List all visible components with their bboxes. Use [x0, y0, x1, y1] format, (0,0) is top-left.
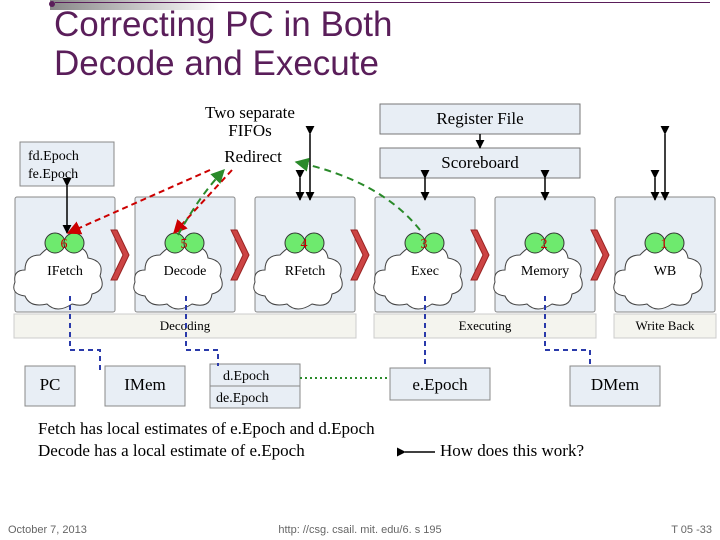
footer: October 7, 2013 http: //csg. csail. mit.… — [8, 524, 712, 536]
redirect-label: Redirect — [224, 147, 282, 166]
de-epoch-label: de.Epoch — [216, 391, 268, 406]
pipeline-diagram: Two separateFIFOs Register File Redirect… — [0, 100, 720, 470]
svg-text:RFetch: RFetch — [285, 264, 325, 279]
svg-text:1: 1 — [661, 237, 668, 252]
svg-text:6: 6 — [61, 237, 68, 252]
svg-text:Exec: Exec — [411, 264, 439, 279]
svg-text:2: 2 — [541, 237, 548, 252]
svg-text:5: 5 — [181, 237, 188, 252]
dmem-label: DMem — [591, 375, 639, 394]
svg-text:4: 4 — [301, 237, 308, 252]
fifos-label: Two separateFIFOs — [205, 103, 295, 140]
fe-epoch: fe.Epoch — [28, 167, 78, 182]
body-line2: Decode has a local estimate of e.Epoch — [38, 441, 305, 460]
pc-label: PC — [40, 375, 61, 394]
svg-text:WB: WB — [654, 264, 677, 279]
d-epoch-label: d.Epoch — [223, 369, 269, 384]
svg-text:Memory: Memory — [521, 264, 569, 279]
scoreboard-label: Scoreboard — [441, 153, 519, 172]
svg-text:Decode: Decode — [164, 264, 207, 279]
e-epoch-label: e.Epoch — [412, 375, 468, 394]
body-line3: How does this work? — [440, 441, 584, 460]
svg-text:IFetch: IFetch — [47, 264, 83, 279]
group-executing: Executing — [459, 318, 512, 333]
footer-slide: T 05 -33 — [671, 524, 712, 536]
register-file-label: Register File — [436, 109, 523, 128]
footer-url: http: //csg. csail. mit. edu/6. s 195 — [8, 524, 712, 536]
body-line1: Fetch has local estimates of e.Epoch and… — [38, 419, 375, 438]
fd-epoch: fd.Epoch — [28, 149, 79, 164]
group-writeback: Write Back — [635, 318, 695, 333]
imem-label: IMem — [124, 375, 166, 394]
svg-text:3: 3 — [421, 237, 428, 252]
slide-title: Correcting PC in BothDecode and Execute — [0, 0, 720, 83]
